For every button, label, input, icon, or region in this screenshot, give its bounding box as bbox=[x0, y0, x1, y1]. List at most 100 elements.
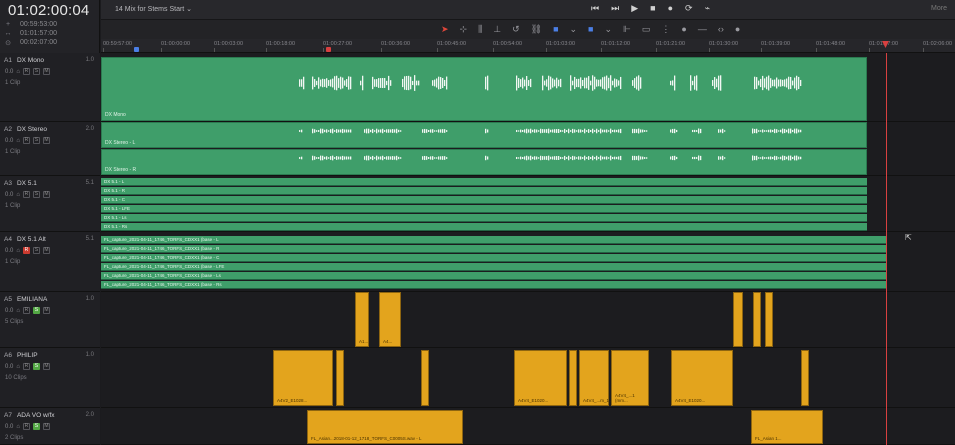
flag-dropdown-icon[interactable]: ⌄ bbox=[570, 24, 578, 35]
automation-icon[interactable]: ⌁ bbox=[705, 3, 710, 14]
audio-clip[interactable] bbox=[753, 292, 761, 347]
snap-icon[interactable]: ⊥ bbox=[493, 24, 501, 35]
track-name[interactable]: A7 ADA VO w/fx bbox=[4, 412, 55, 419]
track-name[interactable]: A4 DX 5.1 Alt bbox=[4, 236, 46, 243]
lock-icon[interactable]: ⌂ bbox=[16, 192, 20, 198]
solo-button[interactable]: S bbox=[32, 363, 40, 370]
marker-icon[interactable]: ■ bbox=[588, 24, 593, 35]
audio-clip[interactable] bbox=[336, 350, 344, 406]
track-header-a1[interactable]: A1 DX Mono 1.0 0.0 ⌂ R S M 1 Clip bbox=[0, 53, 100, 122]
track-volume[interactable]: 0.0 bbox=[5, 248, 13, 254]
audio-clip-dx-mono[interactable]: DX Mono bbox=[101, 57, 867, 121]
audio-channel-clip[interactable]: DX 5.1 - LFE bbox=[101, 205, 867, 213]
track-name[interactable]: A2 DX Stereo bbox=[4, 126, 47, 133]
track-header-a3[interactable]: A3 DX 5.1 5.1 0.0 ⌂ R S M 1 Clip bbox=[0, 176, 100, 232]
zoom-custom-icon[interactable]: ⋮ bbox=[661, 24, 670, 35]
mute-button[interactable]: M bbox=[42, 363, 50, 370]
record-arm-button[interactable]: R bbox=[22, 137, 30, 144]
track-header-a6[interactable]: A6 PHILIP 1.0 0.0 ⌂ R S M 10 Clips bbox=[0, 348, 100, 408]
mute-button[interactable]: M bbox=[42, 68, 50, 75]
lock-icon[interactable]: ⌂ bbox=[16, 308, 20, 314]
selection-tool-icon[interactable]: ➤ bbox=[441, 24, 449, 35]
audio-clip[interactable]: A4V4_E1020... bbox=[671, 350, 733, 406]
red-marker-icon[interactable] bbox=[326, 47, 331, 52]
timeline-title-dropdown[interactable]: 14 Mix for Stems Start ⌄ bbox=[115, 5, 192, 13]
track-volume[interactable]: 0.0 bbox=[5, 424, 13, 430]
audio-channel-clip[interactable]: FL_capture_2021-04-11_1746_TORFS_CDXX1 (… bbox=[101, 254, 886, 262]
audio-channel-clip[interactable]: DX 5.1 - Ls bbox=[101, 214, 867, 222]
undo-icon[interactable]: ↺ bbox=[512, 24, 520, 35]
track-area[interactable]: DX Mono DX Stereo - L DX Stereo - R DX 5… bbox=[101, 53, 955, 445]
solo-button[interactable]: S bbox=[32, 191, 40, 198]
record-arm-button[interactable]: R bbox=[22, 191, 30, 198]
zoom-full-icon[interactable]: ⊩ bbox=[623, 24, 631, 35]
record-arm-button[interactable]: R bbox=[22, 247, 30, 254]
zoom-slider-track[interactable]: — bbox=[698, 24, 707, 35]
lock-icon[interactable]: ⌂ bbox=[16, 138, 20, 144]
mute-button[interactable]: M bbox=[42, 307, 50, 314]
mute-button[interactable]: M bbox=[42, 423, 50, 430]
audio-channel-clip[interactable]: DX 5.1 - R bbox=[101, 187, 867, 195]
play-icon[interactable]: ▶ bbox=[631, 3, 638, 14]
track-volume[interactable]: 0.0 bbox=[5, 69, 13, 75]
lock-icon[interactable]: ⌂ bbox=[16, 69, 20, 75]
audio-clip[interactable]: FL_Asian 1... bbox=[751, 410, 823, 444]
solo-button[interactable]: S bbox=[32, 247, 40, 254]
solo-button[interactable]: S bbox=[32, 307, 40, 314]
playhead-line[interactable] bbox=[886, 53, 887, 445]
range-tool-icon[interactable]: ⊹ bbox=[460, 24, 468, 35]
audio-channel-clip[interactable]: DX 5.1 - L bbox=[101, 178, 867, 186]
audio-clip[interactable] bbox=[421, 350, 429, 406]
track-header-a5[interactable]: A5 EMILIANA 1.0 0.0 ⌂ R S M 5 Clips bbox=[0, 292, 100, 348]
solo-button[interactable]: S bbox=[32, 68, 40, 75]
marker-dropdown-icon[interactable]: ⌄ bbox=[604, 24, 612, 35]
track-header-a7[interactable]: A7 ADA VO w/fx 2.0 0.0 ⌂ R S M 2 Clips bbox=[0, 408, 100, 445]
fast-forward-icon[interactable]: ⏭ bbox=[611, 3, 619, 14]
audio-channel-clip[interactable]: FL_capture_2021-04-11_1746_TORFS_CDXX1 (… bbox=[101, 236, 886, 244]
current-timecode[interactable]: 01:02:00:04 bbox=[8, 2, 89, 19]
audio-clip[interactable]: A1... bbox=[355, 292, 369, 347]
audio-channel-clip[interactable]: FL_capture_2021-04-11_1746_TORFS_CDXX1 (… bbox=[101, 263, 886, 271]
audio-clip-dx-stereo-r[interactable]: DX Stereo - R bbox=[101, 149, 867, 175]
record-arm-button[interactable]: R bbox=[22, 68, 30, 75]
track-name[interactable]: A1 DX Mono bbox=[4, 57, 44, 64]
audio-clip[interactable] bbox=[569, 350, 577, 406]
rewind-icon[interactable]: ⏮ bbox=[591, 3, 599, 14]
audio-clip[interactable] bbox=[801, 350, 809, 406]
audio-clip[interactable] bbox=[733, 292, 743, 347]
blade-tool-icon[interactable]: ⫼ bbox=[478, 24, 482, 35]
audio-clip[interactable]: A4V2_E1028... bbox=[273, 350, 333, 406]
audio-channel-clip[interactable]: DX 5.1 - C bbox=[101, 196, 867, 204]
track-header-a4[interactable]: A4 DX 5.1 Alt 5.1 0.0 ⌂ R S M 1 Clip bbox=[0, 232, 100, 292]
lock-icon[interactable]: ⌂ bbox=[16, 424, 20, 430]
record-arm-button[interactable]: R bbox=[22, 363, 30, 370]
loop-icon[interactable]: ⟳ bbox=[685, 3, 693, 14]
mute-button[interactable]: M bbox=[42, 137, 50, 144]
audio-channel-clip[interactable]: FL_capture_2021-04-11_1746_TORFS_CDXX1 (… bbox=[101, 272, 886, 280]
track-header-a2[interactable]: A2 DX Stereo 2.0 0.0 ⌂ R S M 1 Clip bbox=[0, 122, 100, 176]
track-volume[interactable]: 0.0 bbox=[5, 138, 13, 144]
audio-clip-dx-stereo-l[interactable]: DX Stereo - L bbox=[101, 122, 867, 148]
flag-icon[interactable]: ■ bbox=[553, 24, 558, 35]
track-volume[interactable]: 0.0 bbox=[5, 308, 13, 314]
zoom-slider-max-icon[interactable]: ● bbox=[735, 24, 740, 35]
zoom-detail-icon[interactable]: ▭ bbox=[642, 24, 651, 35]
solo-button[interactable]: S bbox=[32, 137, 40, 144]
record-arm-button[interactable]: R bbox=[22, 307, 30, 314]
record-arm-button[interactable]: R bbox=[22, 423, 30, 430]
more-button[interactable]: More bbox=[931, 5, 947, 12]
track-name[interactable]: A5 EMILIANA bbox=[4, 296, 47, 303]
mute-button[interactable]: M bbox=[42, 191, 50, 198]
timeline-ruler[interactable]: 00:59:57:00 01:00:00:00 01:00:03:00 01:00:1… bbox=[101, 39, 955, 53]
solo-button[interactable]: S bbox=[32, 423, 40, 430]
audio-channel-clip[interactable]: DX 5.1 - Rs bbox=[101, 223, 867, 231]
zoom-slider-min-icon[interactable]: ● bbox=[681, 24, 686, 35]
track-name[interactable]: A6 PHILIP bbox=[4, 352, 38, 359]
record-icon[interactable]: ● bbox=[668, 3, 673, 14]
audio-clip[interactable] bbox=[765, 292, 773, 347]
mute-button[interactable]: M bbox=[42, 247, 50, 254]
lock-icon[interactable]: ⌂ bbox=[16, 248, 20, 254]
audio-channel-clip[interactable]: FL_capture_2021-04-11_1746_TORFS_CDXX1 (… bbox=[101, 245, 886, 253]
stop-icon[interactable]: ■ bbox=[650, 3, 655, 14]
audio-channel-clip[interactable]: FL_capture_2021-04-11_1746_TORFS_CDXX1 (… bbox=[101, 281, 886, 289]
